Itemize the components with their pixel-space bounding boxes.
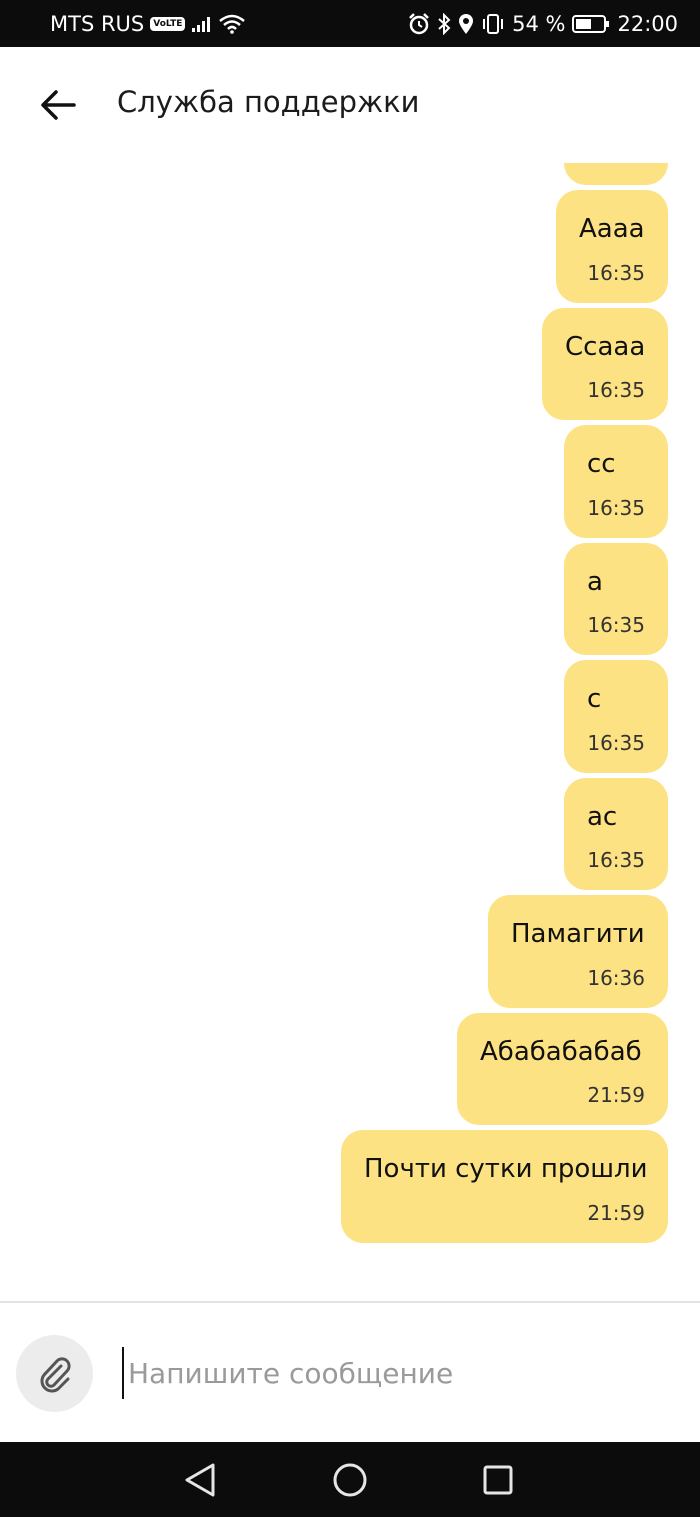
message-time: 16:35 [587,496,645,520]
location-icon [458,13,474,35]
bluetooth-icon [437,12,451,35]
message-text: Аааа [579,214,645,244]
message-time: 16:35 [587,613,645,637]
message-time: 16:35 [587,378,645,402]
attach-button[interactable] [16,1335,93,1412]
message-bubble-partial [564,163,668,185]
message-text: ас [587,802,618,832]
message-bubble[interactable]: cc 16:35 [564,425,668,538]
message-text: Почти сутки прошли [364,1154,648,1184]
signal-icon [191,15,213,33]
message-text: а [587,567,603,597]
vibrate-icon [481,13,505,35]
message-bubble[interactable]: с 16:35 [564,660,668,773]
message-text: Абабабабаб [480,1037,642,1067]
status-left: MTS RUS VoLTE [50,0,246,47]
back-triangle-icon [185,1463,215,1497]
nav-recents-button[interactable] [473,1456,523,1504]
chat-header: Служба поддержки [0,47,700,163]
message-bubble[interactable]: а 16:35 [564,543,668,655]
message-text: с [587,684,602,714]
battery-percent: 54 % [512,11,566,36]
home-circle-icon [333,1463,367,1497]
status-time: 22:00 [617,11,678,36]
carrier-name: MTS RUS [50,11,145,36]
battery-icon [572,14,610,34]
status-bar: MTS RUS VoLTE 54 % 22:00 [0,0,700,47]
system-nav-bar [0,1442,700,1517]
message-input[interactable] [122,1347,668,1399]
message-bubble[interactable]: Абабабабаб 21:59 [457,1013,668,1125]
wifi-icon [219,14,246,34]
paperclip-icon [40,1356,71,1392]
message-text: Ccaaa [565,332,646,362]
message-time: 16:36 [587,966,645,990]
message-bubble[interactable]: ас 16:35 [564,778,668,890]
volte-badge: VoLTE [150,16,186,31]
back-button[interactable] [30,77,86,133]
message-bubble[interactable]: Памагити 16:36 [488,895,668,1008]
arrow-left-icon [41,90,76,120]
message-bubble[interactable]: Аааа 16:35 [556,190,668,303]
message-bubble[interactable]: Почти сутки прошли 21:59 [341,1130,668,1243]
message-text: Памагити [511,919,645,949]
recents-square-icon [483,1465,513,1495]
message-bubble[interactable]: Ccaaa 16:35 [542,308,668,420]
composer [0,1303,700,1442]
message-time: 16:35 [587,261,645,285]
alarm-icon [408,12,430,35]
message-time: 21:59 [587,1201,645,1225]
nav-home-button[interactable] [325,1456,375,1504]
page-title: Служба поддержки [117,85,420,119]
message-time: 16:35 [587,731,645,755]
message-time: 16:35 [587,848,645,872]
message-time: 21:59 [587,1083,645,1107]
message-text: cc [587,449,616,479]
message-list[interactable]: Аааа 16:35 Ccaaa 16:35 cc 16:35 а 16:35 … [0,163,700,1301]
nav-back-button[interactable] [175,1456,225,1504]
status-right: 54 % 22:00 [408,0,678,47]
